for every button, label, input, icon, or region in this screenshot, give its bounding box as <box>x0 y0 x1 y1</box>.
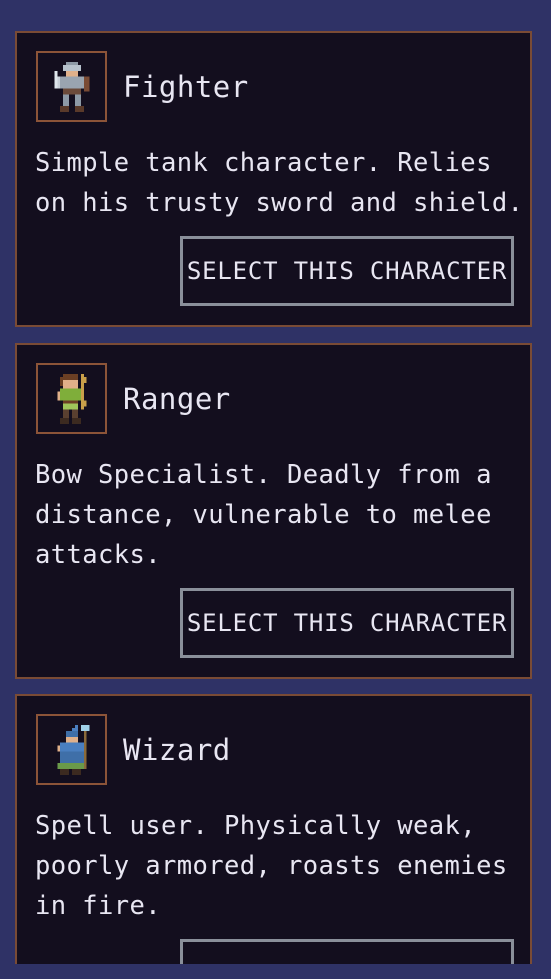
character-card-wizard: Wizard Spell user. Physically weak, poor… <box>15 694 532 964</box>
character-card-ranger: Ranger Bow Specialist. Deadly from a dis… <box>15 343 532 679</box>
character-list: Fighter Simple tank character. Relies on… <box>0 0 551 964</box>
character-name: Wizard <box>123 733 231 767</box>
ranger-sprite-icon <box>57 374 87 424</box>
wizard-sprite-icon <box>57 725 90 775</box>
select-character-button[interactable]: SELECT THIS CHARACTER <box>180 236 514 306</box>
select-character-button[interactable]: SELECT THIS CHARACTER <box>180 939 514 964</box>
select-character-button[interactable]: SELECT THIS CHARACTER <box>180 588 514 658</box>
character-name: Fighter <box>123 70 249 104</box>
character-description: Spell user. Physically weak, poorly armo… <box>35 811 508 921</box>
character-description: Bow Specialist. Deadly from a distance, … <box>35 460 492 570</box>
character-portrait <box>36 51 107 122</box>
character-name: Ranger <box>123 382 231 416</box>
character-portrait <box>36 714 107 785</box>
character-portrait <box>36 363 107 434</box>
character-description: Simple tank character. Relies on his tru… <box>35 148 524 218</box>
fighter-sprite-icon <box>54 62 90 112</box>
character-card-fighter: Fighter Simple tank character. Relies on… <box>15 31 532 327</box>
